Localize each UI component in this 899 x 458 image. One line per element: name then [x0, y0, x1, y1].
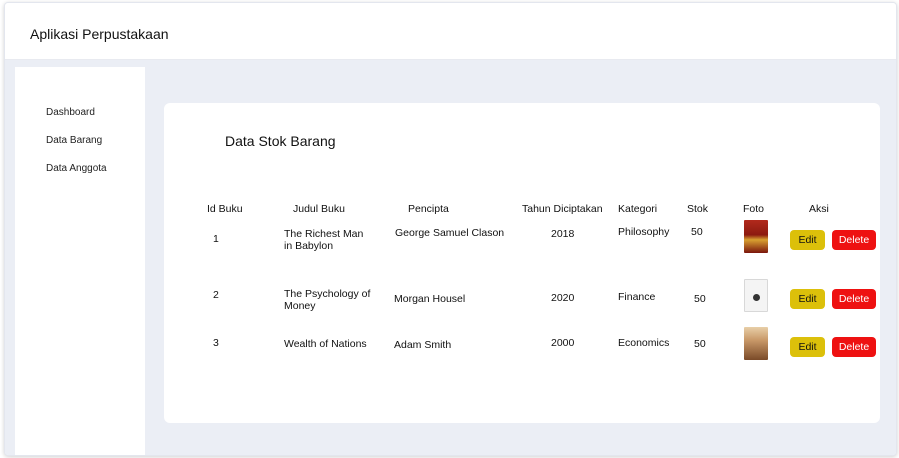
sidebar-item-dashboard[interactable]: Dashboard	[46, 107, 95, 118]
cell-stok: 50	[694, 293, 706, 305]
header-kategori: Kategori	[618, 203, 658, 215]
page-title: Data Stok Barang	[225, 133, 336, 149]
cell-id: 2	[213, 289, 219, 301]
cell-stok: 50	[694, 338, 706, 350]
header-tahun: Tahun Diciptakan	[522, 203, 603, 215]
sidebar: Dashboard Data Barang Data Anggota	[15, 67, 145, 455]
cell-judul: Wealth of Nations	[284, 338, 367, 350]
edit-button[interactable]: Edit	[790, 289, 825, 309]
cell-pencipta: Morgan Housel	[394, 293, 466, 305]
header-foto: Foto	[743, 203, 765, 215]
book-cover-red-icon	[744, 220, 768, 253]
cell-kategori: Philosophy	[618, 226, 670, 238]
cell-pencipta: Adam Smith	[394, 339, 452, 351]
cell-pencipta: George Samuel Clason	[395, 227, 505, 239]
cell-judul: The Richest Man in Babylon	[284, 228, 364, 252]
cell-kategori: Economics	[618, 337, 670, 349]
content-area: Dashboard Data Barang Data Anggota Data …	[5, 60, 896, 455]
cell-kategori: Finance	[618, 291, 656, 303]
cell-id: 1	[213, 233, 219, 245]
cell-tahun: 2000	[551, 337, 575, 349]
header-stok: Stok	[687, 203, 709, 215]
delete-button[interactable]: Delete	[832, 289, 876, 309]
cell-id: 3	[213, 337, 219, 349]
header-aksi: Aksi	[809, 203, 829, 215]
delete-button[interactable]: Delete	[832, 230, 876, 250]
cell-stok: 50	[691, 226, 703, 238]
top-bar: Aplikasi Perpustakaan	[5, 3, 896, 60]
book-cover-brown-icon	[744, 327, 768, 360]
cell-tahun: 2020	[551, 292, 575, 304]
app-title: Aplikasi Perpustakaan	[30, 26, 169, 42]
sidebar-item-data-anggota[interactable]: Data Anggota	[46, 163, 107, 174]
header-pencipta: Pencipta	[408, 203, 449, 215]
cell-tahun: 2018	[551, 228, 575, 240]
app-window: Aplikasi Perpustakaan Dashboard Data Bar…	[4, 2, 897, 456]
book-cover-white-icon	[744, 279, 768, 312]
edit-button[interactable]: Edit	[790, 230, 825, 250]
edit-button[interactable]: Edit	[790, 337, 825, 357]
cell-judul: The Psychology of Money	[284, 288, 371, 312]
stock-card: Data Stok Barang Id Buku Judul Buku Penc…	[164, 103, 880, 423]
sidebar-item-data-barang[interactable]: Data Barang	[46, 135, 102, 146]
header-id: Id Buku	[207, 203, 243, 215]
header-judul: Judul Buku	[293, 203, 345, 215]
delete-button[interactable]: Delete	[832, 337, 876, 357]
